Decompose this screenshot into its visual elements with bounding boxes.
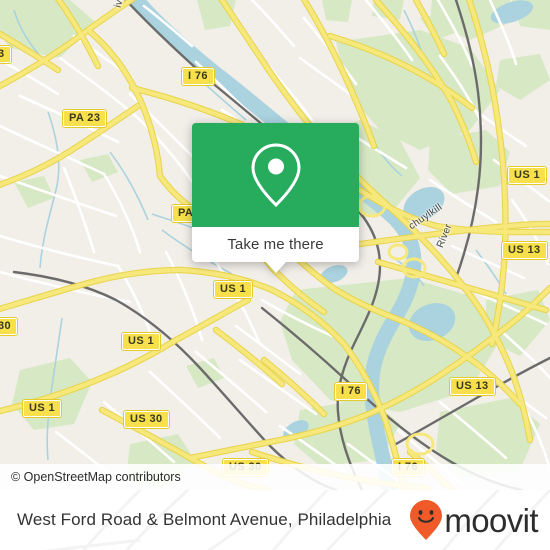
take-me-there-callout[interactable]: Take me there <box>192 123 359 273</box>
moovit-wordmark: moovit <box>444 501 538 539</box>
shield-us30-west: US 30 <box>123 410 170 429</box>
shield-us1-southwest: US 1 <box>21 399 63 418</box>
moovit-map-screenshot: I 76 PA 23 PA US 1 US 13 US 1 US 1 US 1 US 30 I 7… <box>0 0 550 550</box>
shield-us1-east: US 1 <box>506 166 548 185</box>
callout-footer[interactable]: Take me there <box>192 227 359 273</box>
shield-us1-center: US 1 <box>212 280 254 299</box>
moovit-smiley-pin-icon <box>410 500 443 540</box>
page-footer: West Ford Road & Belmont Avenue, Philade… <box>0 490 550 550</box>
take-me-there-label: Take me there <box>227 236 324 253</box>
shield-us13-east: US 13 <box>501 241 548 260</box>
shield-us1-west: US 1 <box>120 332 162 351</box>
moovit-brand[interactable]: moovit <box>409 490 539 550</box>
shield-edge-west-top: 3 <box>0 45 12 64</box>
shield-i76-north: I 76 <box>181 67 215 86</box>
shield-i76-south: I 76 <box>334 382 368 401</box>
shield-us13-south: US 13 <box>449 377 496 396</box>
callout-header <box>192 123 359 227</box>
location-pin-icon <box>250 143 301 208</box>
place-title: West Ford Road & Belmont Avenue, Philade… <box>17 510 392 529</box>
shield-edge-west-bottom: 30 <box>0 317 19 336</box>
osm-attribution[interactable]: © OpenStreetMap contributors <box>0 464 550 490</box>
shield-pa23: PA 23 <box>61 109 108 128</box>
callout-pointer-tail <box>264 261 287 273</box>
